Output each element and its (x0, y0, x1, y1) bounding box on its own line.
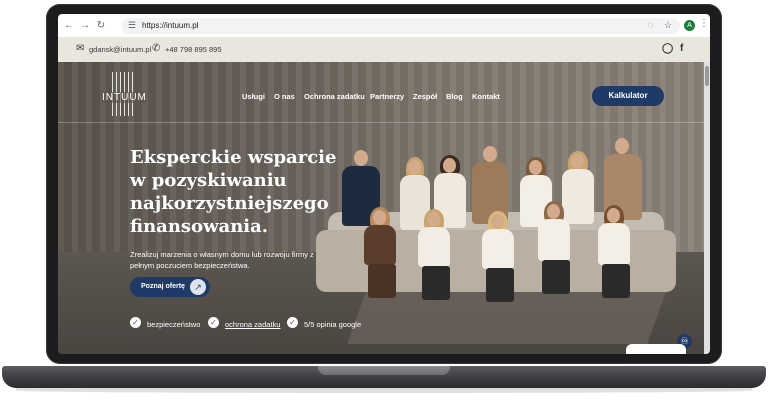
nav-item-ochrona-zadatku[interactable]: Ochrona zadatku (304, 92, 365, 101)
email-link[interactable]: gdansk@intuum.pl (89, 45, 151, 54)
hero-section: INTUUM Usługi O nas Ochrona zadatku Part… (58, 62, 710, 354)
phone-link[interactable]: +48 798 895 895 (165, 45, 222, 54)
nav-item-o-nas[interactable]: O nas (274, 92, 295, 101)
nav-item-partnerzy[interactable]: Partnerzy (370, 92, 404, 101)
laptop-notch (318, 366, 450, 375)
laptop-shadow (16, 388, 752, 393)
hero-headline: Eksperckie wsparcie w pozyskiwaniu najko… (130, 147, 337, 237)
laptop-lid: ← → ↻ ☰ https://intuum.pl ◌ ☆ A ⋮ ✉ gdan… (46, 4, 722, 364)
arrow-right-icon[interactable]: → (78, 19, 92, 33)
check-icon: ✓ (208, 317, 219, 328)
nav-item-blog[interactable]: Blog (446, 92, 463, 101)
logo-text: INTUUM (102, 92, 147, 103)
browser-toolbar: ← → ↻ ☰ https://intuum.pl ◌ ☆ A ⋮ (58, 14, 710, 38)
calculator-button[interactable]: Kalkulator (592, 86, 664, 106)
tune-icon[interactable]: ☰ (128, 20, 136, 31)
star-icon[interactable]: ☆ (664, 20, 672, 31)
laptop-base (2, 366, 766, 388)
instagram-icon[interactable]: ◯ (662, 43, 673, 54)
scrollbar-thumb[interactable] (705, 66, 709, 86)
arrow-up-right-icon: ↗ (190, 279, 206, 295)
phone-icon: ✆ (152, 43, 161, 54)
feature-google-rating: 5/5 opinia google (304, 320, 362, 329)
nav-item-kontakt[interactable]: Kontakt (472, 92, 500, 101)
feature-safety: bezpieczeństwo (147, 320, 201, 329)
nav-item-uslugi[interactable]: Usługi (242, 92, 265, 101)
feature-deposit-protection-link[interactable]: ochrona zadatku (225, 320, 280, 329)
profile-avatar[interactable]: A (684, 20, 695, 31)
chat-widget[interactable] (626, 344, 686, 354)
intuum-logo[interactable]: INTUUM (102, 72, 146, 118)
url-text[interactable]: https://intuum.pl (142, 21, 198, 30)
header-divider (58, 122, 710, 123)
offer-button-label: Poznaj ofertę (141, 283, 185, 290)
hero-subtext: Zrealizuj marzenia o własnym domu lub ro… (130, 250, 314, 270)
facebook-icon[interactable]: f (680, 43, 683, 54)
nav-item-zespol[interactable]: Zespół (413, 92, 437, 101)
check-icon: ✓ (130, 317, 141, 328)
page-scrollbar[interactable] (704, 62, 710, 354)
offer-button[interactable]: Poznaj ofertę ↗ (130, 277, 210, 297)
address-bar[interactable]: ☰ https://intuum.pl ◌ ☆ (122, 18, 680, 34)
arrow-left-icon[interactable]: ← (62, 19, 76, 33)
mail-icon: ✉ (76, 43, 85, 54)
contact-bar: ✉ gdansk@intuum.pl ✆ +48 798 895 895 ◯ f (58, 38, 710, 62)
laptop-screen: ← → ↻ ☰ https://intuum.pl ◌ ☆ A ⋮ ✉ gdan… (58, 14, 710, 354)
reload-icon[interactable]: ↻ (94, 19, 108, 33)
more-menu-icon[interactable]: ⋮ (699, 18, 709, 29)
eye-off-icon[interactable]: ◌ (648, 20, 653, 30)
check-icon: ✓ (287, 317, 298, 328)
